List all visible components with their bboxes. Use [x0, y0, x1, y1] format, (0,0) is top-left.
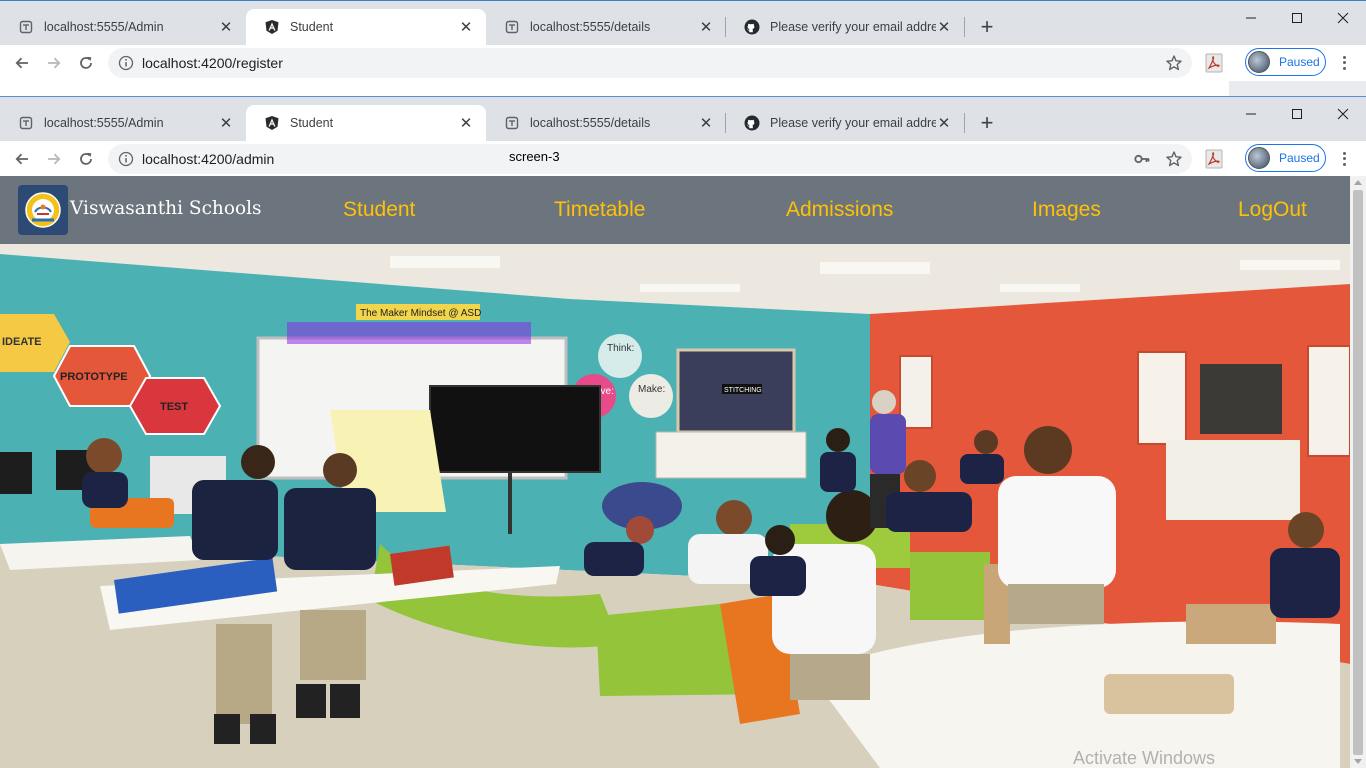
profile-status: Paused: [1279, 151, 1320, 165]
forward-button[interactable]: [40, 145, 68, 173]
close-icon[interactable]: ✕: [458, 115, 474, 132]
close-icon[interactable]: ✕: [218, 115, 234, 132]
tab-details[interactable]: localhost:5555/details ✕: [486, 9, 726, 45]
avatar: [1248, 51, 1270, 73]
sign-make: Make:: [638, 384, 665, 395]
brand[interactable]: Viswasanthi Schools: [18, 185, 262, 235]
close-window-button[interactable]: [1320, 99, 1366, 129]
bookmark-bar: [0, 81, 1229, 97]
page-icon: [18, 19, 34, 35]
menu-icon[interactable]: [1336, 149, 1352, 169]
new-tab-button[interactable]: +: [973, 109, 1001, 137]
close-icon[interactable]: ✕: [936, 115, 952, 132]
sign-stitching: STITCHING: [724, 387, 762, 394]
nav-logout[interactable]: LogOut: [1238, 198, 1307, 222]
page-icon: [504, 115, 520, 131]
scroll-down-icon[interactable]: [1354, 759, 1362, 764]
close-icon[interactable]: ✕: [698, 115, 714, 132]
address-bar[interactable]: localhost:4200/admin: [108, 144, 1192, 174]
page-scrollbar[interactable]: [1350, 176, 1366, 768]
close-icon[interactable]: ✕: [218, 19, 234, 36]
tab-title: Student: [290, 20, 334, 34]
nav-student[interactable]: Student: [343, 198, 415, 222]
pdf-extension-icon[interactable]: [1205, 53, 1223, 73]
back-button[interactable]: [8, 145, 36, 173]
nav-admissions[interactable]: Admissions: [786, 198, 893, 222]
close-icon[interactable]: ✕: [458, 19, 474, 36]
tab-details[interactable]: localhost:5555/details ✕: [486, 105, 726, 141]
maximize-button[interactable]: [1274, 99, 1320, 129]
sign-think: Think:: [607, 343, 634, 354]
banner-maker-mindset: The Maker Mindset @ ASD: [360, 308, 481, 319]
tab-title: localhost:5555/Admin: [44, 116, 164, 130]
angular-icon: [264, 19, 280, 35]
forward-button[interactable]: [40, 49, 68, 77]
tab-title: Student: [290, 116, 334, 130]
menu-icon[interactable]: [1336, 53, 1352, 73]
browser-window-back: localhost:5555/Admin ✕ Student ✕ localho…: [0, 0, 1366, 97]
angular-icon: [264, 115, 280, 131]
close-icon[interactable]: ✕: [698, 19, 714, 36]
github-icon: [744, 115, 760, 131]
profile-button[interactable]: Paused: [1245, 144, 1326, 172]
screen-label: screen-3: [509, 149, 560, 164]
profile-status: Paused: [1279, 55, 1320, 69]
key-icon[interactable]: [1133, 150, 1151, 168]
tab-admin[interactable]: localhost:5555/Admin ✕: [0, 105, 246, 141]
page-icon: [18, 115, 34, 131]
tab-title: localhost:5555/details: [530, 20, 651, 34]
minimize-button[interactable]: [1228, 3, 1274, 33]
classroom-photo: IDEATE PROTOTYPE TEST The Maker Mindset …: [0, 244, 1350, 768]
github-icon: [744, 19, 760, 35]
minimize-button[interactable]: [1228, 99, 1274, 129]
page-icon: [504, 19, 520, 35]
sign-prototype: PROTOTYPE: [60, 371, 128, 383]
info-icon[interactable]: [118, 151, 134, 167]
browser-toolbar: localhost:4200/admin screen-3 Paused: [0, 141, 1366, 177]
bookmark-bar-edge: [1229, 81, 1366, 97]
nav-images[interactable]: Images: [1032, 198, 1101, 222]
tab-admin[interactable]: localhost:5555/Admin ✕: [0, 9, 246, 45]
sign-ideate: IDEATE: [2, 336, 42, 348]
close-icon[interactable]: ✕: [936, 19, 952, 36]
avatar: [1248, 147, 1270, 169]
reload-button[interactable]: [72, 145, 100, 173]
new-tab-button[interactable]: +: [973, 13, 1001, 41]
scroll-thumb[interactable]: [1353, 190, 1363, 755]
browser-toolbar: localhost:4200/register Paused: [0, 45, 1366, 81]
close-window-button[interactable]: [1320, 3, 1366, 33]
tab-github[interactable]: Please verify your email address ✕: [726, 105, 964, 141]
school-logo: [18, 185, 68, 235]
hero-image: IDEATE PROTOTYPE TEST The Maker Mindset …: [0, 244, 1350, 768]
maximize-button[interactable]: [1274, 3, 1320, 33]
address-bar[interactable]: localhost:4200/register: [108, 48, 1192, 78]
tab-separator: [964, 17, 965, 37]
page-viewport: Viswasanthi Schools Student Timetable Ad…: [0, 176, 1350, 768]
tab-title: localhost:5555/details: [530, 116, 651, 130]
info-icon[interactable]: [118, 55, 134, 71]
pdf-extension-icon[interactable]: [1205, 149, 1223, 169]
nav-timetable[interactable]: Timetable: [554, 198, 645, 222]
tab-strip: localhost:5555/Admin ✕ Student ✕ localho…: [0, 1, 1366, 45]
profile-button[interactable]: Paused: [1245, 48, 1326, 76]
windows-activation-watermark: Activate Windows: [1073, 748, 1216, 768]
star-icon[interactable]: [1165, 54, 1183, 72]
tab-student[interactable]: Student ✕: [246, 9, 486, 45]
site-navbar: Viswasanthi Schools Student Timetable Ad…: [0, 176, 1350, 244]
brand-name: Viswasanthi Schools: [70, 197, 262, 219]
tab-separator: [964, 113, 965, 133]
star-icon[interactable]: [1165, 150, 1183, 168]
tab-title: Please verify your email address: [770, 116, 936, 130]
scroll-up-icon[interactable]: [1354, 180, 1362, 185]
url-text: localhost:4200/admin: [142, 151, 275, 167]
tab-github[interactable]: Please verify your email address ✕: [726, 9, 964, 45]
back-button[interactable]: [8, 49, 36, 77]
tab-strip: localhost:5555/Admin ✕ Student ✕ localho…: [0, 97, 1366, 141]
reload-button[interactable]: [72, 49, 100, 77]
tab-title: Please verify your email address: [770, 20, 936, 34]
sign-test: TEST: [160, 401, 188, 413]
tab-student[interactable]: Student ✕: [246, 105, 486, 141]
tab-title: localhost:5555/Admin: [44, 20, 164, 34]
url-text: localhost:4200/register: [142, 55, 283, 71]
